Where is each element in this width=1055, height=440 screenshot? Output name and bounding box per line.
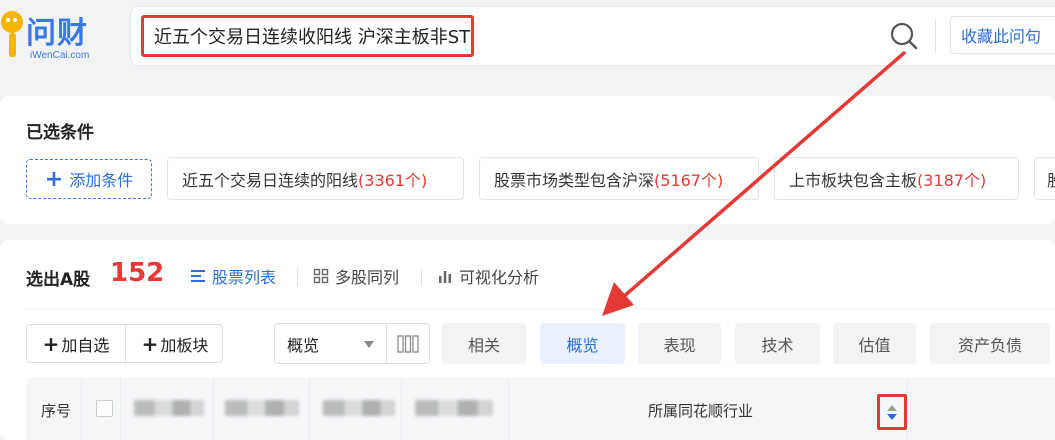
column-divider xyxy=(907,378,908,440)
tab-multi-stock[interactable]: 多股同列 xyxy=(313,264,399,288)
condition-chip-count: (3187个) xyxy=(917,170,987,190)
column-divider xyxy=(213,378,214,440)
search-query-text: 近五个交易日连续收阳线 沪深主板非ST xyxy=(154,27,471,48)
top-bar: 问财 iWenCai.com 近五个交易日连续收阳线 沪深主板非ST 收藏此问句 xyxy=(0,0,1055,80)
column-divider xyxy=(508,378,509,440)
condition-chip-count: (5167个) xyxy=(654,170,724,190)
condition-chip-count: (3361个) xyxy=(358,170,428,190)
iwencai-logo[interactable]: 问财 iWenCai.com xyxy=(0,8,110,66)
condition-chip-text: 股 xyxy=(1047,167,1055,191)
column-divider xyxy=(120,378,121,440)
search-input[interactable]: 近五个交易日连续收阳线 沪深主板非ST xyxy=(141,15,474,57)
condition-chip-text: 上市板块包含主板 xyxy=(789,170,918,190)
tab-divider xyxy=(421,268,422,286)
mascot-icon xyxy=(1,11,23,57)
search-divider xyxy=(935,19,936,53)
chevron-down-icon xyxy=(364,341,374,348)
results-count: 152 xyxy=(110,258,165,288)
category-tab-technical[interactable]: 技术 xyxy=(735,323,820,364)
results-panel: 选出A股 152 股票列表 多股同列 可视化分析 + 加自选 + 加板块 概览 … xyxy=(0,240,1055,440)
sort-down-icon xyxy=(887,414,897,420)
header-divider xyxy=(26,308,1055,309)
grid-icon xyxy=(313,268,329,284)
column-header-industry: 所属同花顺行业 xyxy=(648,402,754,420)
condition-chip[interactable]: 股票市场类型包含沪深 (5167个) xyxy=(479,157,759,200)
selected-conditions-panel: 已选条件 + 添加条件 近五个交易日连续的阳线 (3361个) 股票市场类型包含… xyxy=(0,96,1055,224)
bar-chart-icon xyxy=(439,271,451,283)
blurred-column-header xyxy=(225,400,299,416)
column-divider xyxy=(81,378,82,440)
column-set-select[interactable]: 概览 xyxy=(274,323,387,364)
favorite-query-button[interactable]: 收藏此问句 xyxy=(950,16,1055,54)
select-value: 概览 xyxy=(287,335,320,355)
search-bar: 近五个交易日连续收阳线 沪深主板非ST 收藏此问句 xyxy=(130,6,1055,66)
condition-chip-text: 股票市场类型包含沪深 xyxy=(494,170,655,190)
category-tab-related[interactable]: 相关 xyxy=(442,323,526,364)
blurred-column-header xyxy=(323,400,395,416)
condition-chip[interactable]: 近五个交易日连续的阳线 (3361个) xyxy=(167,157,464,200)
tab-label: 多股同列 xyxy=(335,268,400,287)
add-condition-label: 添加条件 xyxy=(69,171,134,190)
add-to-block-button[interactable]: + 加板块 xyxy=(126,325,224,362)
category-tab-performance[interactable]: 表现 xyxy=(638,323,721,364)
category-tab-overview[interactable]: 概览 xyxy=(540,323,625,364)
condition-chip[interactable]: 股 xyxy=(1034,157,1055,200)
blurred-column-header xyxy=(134,400,204,416)
conditions-title: 已选条件 xyxy=(26,123,94,143)
results-title: 选出A股 xyxy=(26,270,91,290)
columns-icon xyxy=(397,334,419,353)
action-button-group: + 加自选 + 加板块 xyxy=(26,324,223,363)
table-header: 序号 所属同花顺行业 xyxy=(26,378,1055,440)
condition-chip-text: 近五个交易日连续的阳线 xyxy=(182,170,359,190)
column-divider xyxy=(401,378,402,440)
tab-visual-analysis[interactable]: 可视化分析 xyxy=(437,264,539,288)
tab-label: 股票列表 xyxy=(212,268,277,287)
sort-toggle-button[interactable] xyxy=(877,394,907,430)
tab-divider xyxy=(297,268,298,286)
tab-stock-list[interactable]: 股票列表 xyxy=(190,264,276,288)
column-divider xyxy=(309,378,310,440)
category-tab-balance-sheet[interactable]: 资产负债 xyxy=(930,323,1050,364)
plus-icon: + xyxy=(44,166,64,192)
column-settings-button[interactable] xyxy=(387,323,430,364)
column-header-index: 序号 xyxy=(41,402,72,420)
add-block-label: 加板块 xyxy=(160,335,209,355)
list-icon xyxy=(191,270,205,282)
tab-label: 可视化分析 xyxy=(459,268,540,287)
logo-text: 问财 xyxy=(26,16,88,51)
add-condition-button[interactable]: + 添加条件 xyxy=(26,159,152,199)
plus-icon: + xyxy=(141,331,159,356)
search-icon[interactable] xyxy=(889,21,919,51)
add-to-watchlist-button[interactable]: + 加自选 xyxy=(27,325,125,362)
select-all-checkbox[interactable] xyxy=(96,400,113,417)
condition-chip[interactable]: 上市板块包含主板 (3187个) xyxy=(774,157,1019,200)
category-tab-valuation[interactable]: 估值 xyxy=(833,323,916,364)
blurred-column-header xyxy=(415,400,493,416)
sort-up-icon xyxy=(887,405,897,411)
logo-subtext: iWenCai.com xyxy=(30,50,90,61)
plus-icon: + xyxy=(42,331,60,356)
add-watch-label: 加自选 xyxy=(61,335,110,355)
